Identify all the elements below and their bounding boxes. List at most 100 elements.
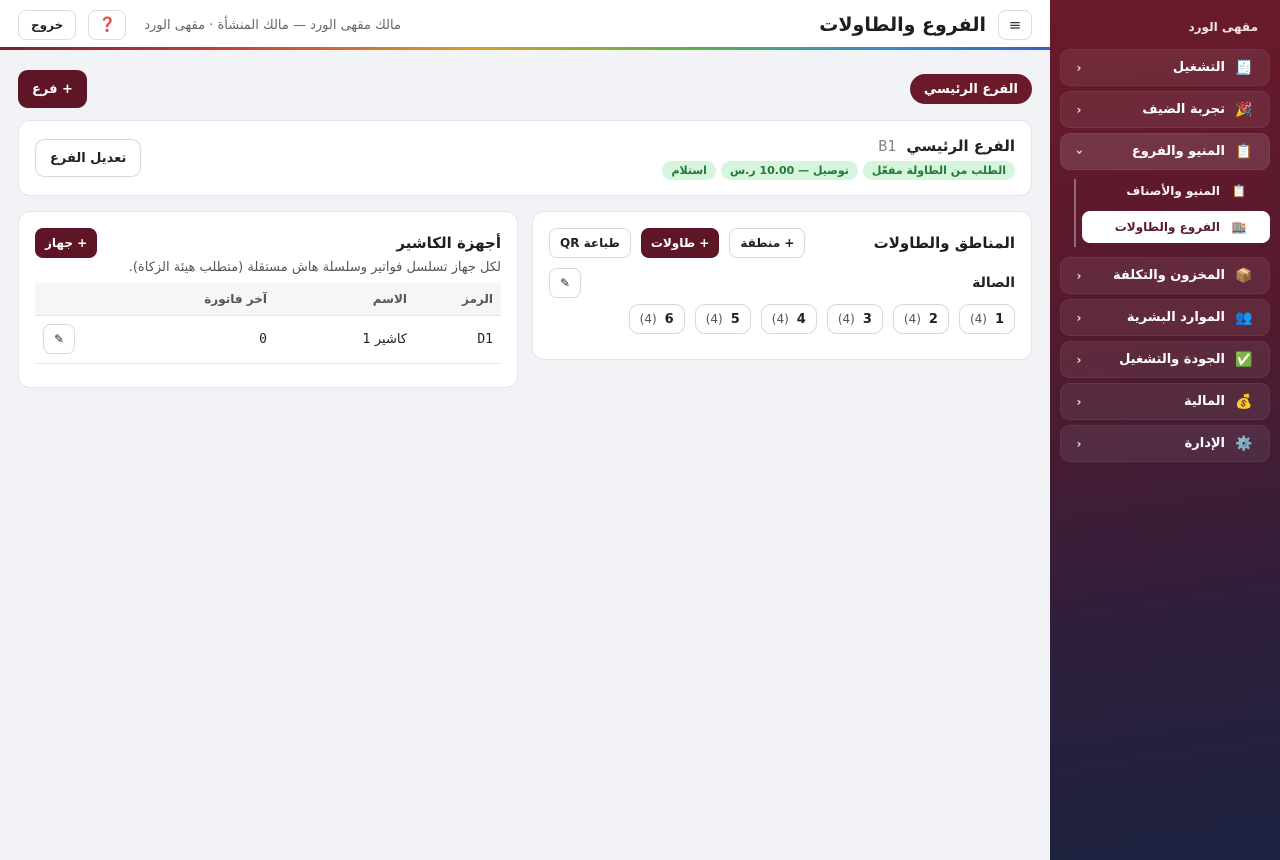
sidebar-subitem-menu-items[interactable]: 📋 المنيو والأصناف <box>1082 175 1270 207</box>
add-zone-button[interactable]: + منطقة <box>729 228 806 258</box>
sidebar-item-label: الموارد البشرية <box>1126 310 1225 325</box>
chevron-left-icon: ‹ <box>1076 60 1082 75</box>
table-row: D1 كاشير 1 0 ✎ <box>35 315 501 364</box>
building-icon: 🏬 <box>1231 220 1247 234</box>
column-header-name: الاسم <box>275 283 415 316</box>
question-icon: ❓ <box>98 17 116 33</box>
sidebar-item-hr[interactable]: 👥 الموارد البشرية ‹ <box>1060 299 1270 336</box>
chevron-left-icon: ‹ <box>1076 394 1082 409</box>
zone-header: الصالة ✎ <box>549 268 1015 298</box>
table-capacity: (4) <box>903 312 921 326</box>
sidebar-item-label: المخزون والتكلفة <box>1112 268 1225 283</box>
sidebar-item-inventory[interactable]: 📦 المخزون والتكلفة ‹ <box>1060 257 1270 294</box>
table-number: 4 <box>796 311 806 327</box>
add-tables-button[interactable]: + طاولات <box>640 228 720 258</box>
table-chip[interactable]: 5 (4) <box>694 304 751 334</box>
page-title: الفروع والطاولات <box>819 14 986 36</box>
sidebar-item-finance[interactable]: 💰 المالية ‹ <box>1060 383 1270 420</box>
chevron-left-icon: ‹ <box>1076 102 1082 117</box>
help-button[interactable]: ❓ <box>88 10 127 40</box>
branch-selector-pill[interactable]: الفرع الرئيسي <box>909 74 1032 104</box>
tag-delivery: توصيل — 10.00 ر.س <box>720 160 858 180</box>
money-bag-icon: 💰 <box>1235 393 1253 410</box>
sidebar-item-operations[interactable]: 🧾 التشغيل ‹ <box>1060 49 1270 86</box>
pencil-icon: ✎ <box>559 276 571 290</box>
sidebar: مقهى الورد 🧾 التشغيل ‹ 🎉 تجربة الضيف ‹ 📋… <box>1050 0 1280 860</box>
device-last-invoice: 0 <box>165 315 275 364</box>
table-chip[interactable]: 6 (4) <box>628 304 685 334</box>
print-qr-button[interactable]: طباعة QR <box>549 228 631 258</box>
table-number: 5 <box>730 311 740 327</box>
table-number: 3 <box>862 311 872 327</box>
table-chip[interactable]: 2 (4) <box>892 304 949 334</box>
chevron-up-icon: › <box>1072 149 1086 154</box>
tables-list: 1 (4) 2 (4) 3 (4) 4 (4) 5 (4) 6 (4) <box>549 304 1015 334</box>
column-header-last-invoice: آخر فاتورة <box>165 283 275 316</box>
table-capacity: (4) <box>705 312 723 326</box>
brand-name: مقهى الورد <box>1188 20 1258 34</box>
zones-card: المناطق والطاولات + منطقة + طاولات طباعة… <box>532 211 1032 360</box>
table-number: 1 <box>994 311 1004 327</box>
sidebar-item-label: المالية <box>1183 394 1225 409</box>
branch-title: الفرع الرئيسي B1 <box>662 137 1015 155</box>
table-capacity: (4) <box>639 312 657 326</box>
sidebar-item-label: الإدارة <box>1184 436 1225 451</box>
table-chip[interactable]: 4 (4) <box>760 304 817 334</box>
branch-sections: المناطق والطاولات + منطقة + طاولات طباعة… <box>18 211 1032 388</box>
sidebar-item-label: المنيو والفروع <box>1131 144 1225 159</box>
tag-table-ordering: الطلب من الطاولة مفعّل <box>862 160 1015 180</box>
table-chip[interactable]: 3 (4) <box>826 304 883 334</box>
chevron-left-icon: ‹ <box>1076 352 1082 367</box>
package-icon: 📦 <box>1235 267 1253 284</box>
column-header-code: الرمز <box>415 283 501 316</box>
sidebar-item-label: تجربة الضيف <box>1142 102 1225 117</box>
branch-card: الفرع الرئيسي B1 الطلب من الطاولة مفعّل … <box>18 120 1032 196</box>
zones-actions: + منطقة + طاولات طباعة QR <box>549 228 806 258</box>
sidebar-subitem-branches-tables[interactable]: 🏬 الفروع والطاولات <box>1082 211 1270 243</box>
logout-button[interactable]: خروج <box>18 10 77 40</box>
chevron-left-icon: ‹ <box>1076 310 1082 325</box>
tag-pickup: استلام <box>662 160 716 180</box>
receipt-icon: 🧾 <box>1235 59 1253 76</box>
clipboard-icon: 📋 <box>1235 143 1253 160</box>
main-content: الفرع الرئيسي + فرع الفرع الرئيسي B1 الط… <box>0 50 1050 860</box>
chevron-left-icon: ‹ <box>1076 436 1082 451</box>
add-device-button[interactable]: + جهاز <box>35 228 98 258</box>
topbar: ≡ الفروع والطاولات مالك مقهى الورد — مال… <box>0 0 1050 50</box>
table-capacity: (4) <box>771 312 789 326</box>
table-number: 6 <box>664 311 674 327</box>
branch-info: الفرع الرئيسي B1 الطلب من الطاولة مفعّل … <box>662 137 1015 180</box>
column-header-actions <box>35 283 165 316</box>
chevron-left-icon: ‹ <box>1076 268 1082 283</box>
check-icon: ✅ <box>1235 351 1253 368</box>
add-branch-button[interactable]: + فرع <box>18 70 87 108</box>
table-chip[interactable]: 1 (4) <box>958 304 1015 334</box>
users-icon: 👥 <box>1235 309 1253 326</box>
hamburger-icon: ≡ <box>1008 16 1022 34</box>
branch-code: B1 <box>878 136 897 155</box>
edit-device-button[interactable]: ✎ <box>43 324 75 354</box>
zones-title: المناطق والطاولات <box>873 234 1015 252</box>
edit-zone-button[interactable]: ✎ <box>549 268 581 298</box>
edit-branch-button[interactable]: تعديل الفرع <box>35 139 142 177</box>
sidebar-item-label: التشغيل <box>1172 60 1225 75</box>
sidebar-item-guest-experience[interactable]: 🎉 تجربة الضيف ‹ <box>1060 91 1270 128</box>
sidebar-subitem-label: المنيو والأصناف <box>1126 184 1220 198</box>
clipboard-icon: 📋 <box>1231 184 1247 198</box>
pencil-icon: ✎ <box>53 332 65 346</box>
user-context: مالك مقهى الورد — مالك المنشأة · مقهى ال… <box>144 17 401 33</box>
device-name: كاشير 1 <box>275 315 415 364</box>
zones-card-header: المناطق والطاولات + منطقة + طاولات طباعة… <box>549 228 1015 258</box>
pos-devices-card: أجهزة الكاشير + جهاز لكل جهاز تسلسل فوات… <box>18 211 518 388</box>
menu-toggle-button[interactable]: ≡ <box>998 10 1032 40</box>
submenu-rail <box>1074 179 1076 247</box>
sidebar-item-quality[interactable]: ✅ الجودة والتشغيل ‹ <box>1060 341 1270 378</box>
sidebar-item-admin[interactable]: ⚙️ الإدارة ‹ <box>1060 425 1270 462</box>
sidebar-subitem-label: الفروع والطاولات <box>1114 220 1220 234</box>
pos-description: لكل جهاز تسلسل فواتير وسلسلة هاش مستقلة … <box>128 260 501 275</box>
branch-tags: الطلب من الطاولة مفعّل توصيل — 10.00 ر.س… <box>662 160 1015 180</box>
zone-name: الصالة <box>972 275 1015 291</box>
pos-devices-table: الرمز الاسم آخر فاتورة D1 كاشير 1 0 ✎ <box>35 283 501 364</box>
sidebar-item-menu-branches[interactable]: 📋 المنيو والفروع › <box>1060 133 1270 170</box>
branch-toolbar: الفرع الرئيسي + فرع <box>18 70 1032 108</box>
